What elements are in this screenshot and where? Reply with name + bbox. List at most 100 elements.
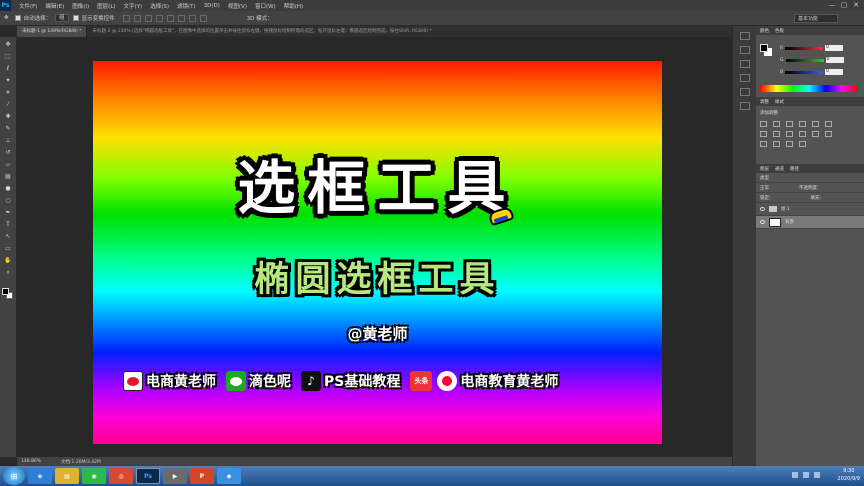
history-brush-icon[interactable]: ↺ <box>3 148 14 157</box>
menu-filter[interactable]: 滤镜(T) <box>177 2 196 10</box>
hue-icon[interactable] <box>825 121 832 127</box>
photoshop-icon[interactable]: Ps <box>136 468 160 484</box>
layer-background[interactable]: 背景 <box>756 216 864 229</box>
tab-adjustments[interactable]: 调整 <box>760 99 769 105</box>
tab-document-1[interactable]: 未标题-1 @ 149%(RGB/8) * <box>17 26 88 37</box>
layer-kind-select[interactable]: 类型 <box>760 175 769 181</box>
hand-icon[interactable]: ✋ <box>3 256 14 265</box>
auto-select-dropdown[interactable]: 组 <box>55 14 69 22</box>
eraser-icon[interactable]: ▱ <box>3 160 14 169</box>
value-blue[interactable]: 0 <box>825 69 844 75</box>
media-icon[interactable]: ▶ <box>163 468 187 484</box>
info-panel-icon[interactable] <box>739 74 750 82</box>
move-icon[interactable]: ✥ <box>3 40 14 49</box>
menu-edit[interactable]: 编辑(E) <box>45 2 64 10</box>
align-left-icon[interactable] <box>155 14 163 22</box>
panel-foreground-color[interactable] <box>760 44 768 52</box>
invert-icon[interactable] <box>825 131 832 137</box>
foreground-color[interactable] <box>2 288 9 295</box>
align-center-icon[interactable] <box>166 14 174 22</box>
bw-icon[interactable] <box>773 131 780 137</box>
align-top-icon[interactable] <box>122 14 130 22</box>
flag-icon[interactable] <box>814 472 820 478</box>
align-right-icon[interactable] <box>177 14 185 22</box>
blur-icon[interactable]: ● <box>3 184 14 193</box>
color-balance-icon[interactable] <box>760 131 767 137</box>
path-select-icon[interactable]: ↖ <box>3 232 14 241</box>
distribute-icon[interactable] <box>188 14 196 22</box>
powerpoint-icon[interactable]: P <box>190 468 214 484</box>
move-tool-icon[interactable]: ✥ <box>4 15 9 21</box>
maximize-button[interactable]: ▢ <box>838 0 850 10</box>
eye-icon[interactable] <box>760 207 765 211</box>
exposure-icon[interactable] <box>799 121 806 127</box>
selective-color-icon[interactable] <box>799 141 806 147</box>
posterize-icon[interactable] <box>760 141 767 147</box>
eye-icon[interactable] <box>760 220 765 224</box>
levels-icon[interactable] <box>773 121 780 127</box>
type-icon[interactable]: T <box>3 220 14 229</box>
curves-icon[interactable] <box>786 121 793 127</box>
crop-icon[interactable]: ⌗ <box>3 88 14 97</box>
slider-blue[interactable]: B 0 <box>780 69 850 75</box>
tab-document-2[interactable]: 未标题-2 @ 230% (选择"椭圆选框工具"，在图像中选择的位置单击并按住鼠… <box>87 26 436 37</box>
menu-3d[interactable]: 3D(D) <box>204 3 220 9</box>
brightness-icon[interactable] <box>760 121 767 127</box>
minimize-button[interactable]: — <box>826 0 838 10</box>
photo-filter-icon[interactable] <box>786 131 793 137</box>
actions-panel-icon[interactable] <box>739 46 750 54</box>
value-green[interactable]: 0 <box>825 57 844 63</box>
slider-green[interactable]: G 0 <box>780 57 850 63</box>
workspace-select[interactable]: 基本功能 <box>794 14 838 23</box>
zoom-icon[interactable]: ⌕ <box>3 268 14 277</box>
menu-type[interactable]: 文字(Y) <box>124 2 143 10</box>
menu-image[interactable]: 图像(I) <box>72 2 89 10</box>
character-panel-icon[interactable] <box>739 88 750 96</box>
align-middle-icon[interactable] <box>133 14 141 22</box>
align-bottom-icon[interactable] <box>144 14 152 22</box>
menu-window[interactable]: 窗口(W) <box>255 2 276 10</box>
shape-icon[interactable]: ▭ <box>3 244 14 253</box>
tab-paths[interactable]: 路径 <box>790 166 799 172</box>
slider-red[interactable]: R 0 <box>780 45 850 51</box>
auto-select-checkbox[interactable] <box>14 15 21 21</box>
ie-icon[interactable]: e <box>28 468 52 484</box>
folder-icon[interactable]: ▤ <box>55 468 79 484</box>
clock[interactable]: 9:30 2020/9/9 <box>838 467 860 483</box>
gradient-map-icon[interactable] <box>786 141 793 147</box>
wechat-app-icon[interactable]: ◉ <box>82 468 106 484</box>
show-transform-checkbox[interactable] <box>72 15 79 21</box>
app-icon[interactable]: ◆ <box>217 468 241 484</box>
tab-channels[interactable]: 通道 <box>775 166 784 172</box>
gradient-icon[interactable]: ▤ <box>3 172 14 181</box>
zoom-level[interactable]: 148.86% <box>21 459 41 464</box>
volume-icon[interactable] <box>803 472 809 478</box>
channel-mixer-icon[interactable] <box>799 131 806 137</box>
healing-icon[interactable]: ✚ <box>3 112 14 121</box>
threshold-icon[interactable] <box>773 141 780 147</box>
chrome-icon[interactable]: ◎ <box>109 468 133 484</box>
paragraph-panel-icon[interactable] <box>739 102 750 110</box>
pen-icon[interactable]: ✒ <box>3 208 14 217</box>
menu-view[interactable]: 视图(V) <box>228 2 247 10</box>
lookup-icon[interactable] <box>812 131 819 137</box>
magic-wand-icon[interactable]: ✦ <box>3 76 14 85</box>
value-red[interactable]: 0 <box>825 45 844 51</box>
close-button[interactable]: ✕ <box>850 0 862 10</box>
eyedropper-icon[interactable]: ⁄ <box>3 100 14 109</box>
network-icon[interactable] <box>792 472 798 478</box>
color-spectrum[interactable] <box>760 85 858 92</box>
menu-file[interactable]: 文件(F) <box>19 2 37 10</box>
blend-mode-select[interactable]: 正常 <box>760 185 769 191</box>
tab-layers[interactable]: 图层 <box>760 166 769 172</box>
menu-select[interactable]: 选择(S) <box>150 2 169 10</box>
stamp-icon[interactable]: ⊥ <box>3 136 14 145</box>
distribute-h-icon[interactable] <box>199 14 207 22</box>
tab-color[interactable]: 颜色 <box>760 28 769 34</box>
history-panel-icon[interactable] <box>739 32 750 40</box>
menu-layer[interactable]: 图层(L) <box>97 2 115 10</box>
dodge-icon[interactable]: ○ <box>3 196 14 205</box>
tab-styles[interactable]: 样式 <box>775 99 784 105</box>
start-button[interactable]: ⊞ <box>3 467 25 485</box>
lasso-icon[interactable]: ℓ <box>3 64 14 73</box>
